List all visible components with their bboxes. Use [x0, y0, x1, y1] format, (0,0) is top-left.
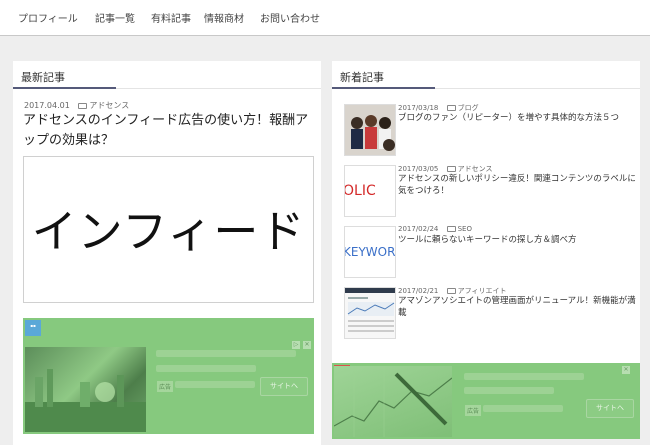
ad-description [156, 365, 256, 372]
nav-item-profile[interactable]: プロフィール [18, 10, 78, 25]
post-category[interactable]: アドセンス [458, 165, 493, 173]
ad-visit-site-button[interactable]: サイトへ [260, 377, 308, 396]
nav-item-info-products[interactable]: 情報商材 [204, 10, 244, 25]
list-item[interactable]: 2017/02/21 アフィリエイト アマゾンアソシエイトの管理画面がリニューア… [344, 287, 636, 342]
folder-icon [446, 105, 456, 111]
post-meta: 2017.04.01 アドセンス [24, 100, 129, 111]
ad-advertiser [175, 381, 255, 388]
post-date: 2017.04.01 [24, 101, 70, 110]
folder-icon [446, 226, 456, 232]
city-skyline-graphic [25, 369, 146, 432]
post-featured-image[interactable]: インフィード [23, 156, 314, 303]
header-underline [13, 87, 116, 89]
post-thumbnail[interactable]: KEYWORI [344, 226, 396, 278]
thumbnail-text: OLIC [344, 183, 376, 199]
ad-headline [156, 350, 296, 357]
post-meta: 2017/02/24 SEO [398, 225, 472, 233]
panel-title: 新着記事 [340, 71, 384, 84]
post-title[interactable]: アマゾンアソシエイトの管理画面がリニューアル！新機能が満載 [398, 295, 636, 319]
thumbnail-text: KEYWORI [344, 245, 396, 259]
post-category[interactable]: アフィリエイト [458, 287, 507, 295]
post-thumbnail[interactable] [344, 104, 396, 156]
post-category[interactable]: ブログ [458, 104, 479, 112]
ad-advertiser [483, 405, 563, 412]
ad-image[interactable] [333, 366, 453, 437]
chart-and-pen-graphic [333, 366, 453, 437]
top-navigation: プロフィール 記事一覧 有料記事 情報商材 お問い合わせ [0, 0, 650, 36]
post-date: 2017/02/24 [398, 225, 439, 233]
folder-icon [446, 288, 456, 294]
dashboard-screenshot-graphic [345, 288, 395, 338]
ad-headline [464, 373, 584, 380]
list-item[interactable]: 2017/03/18 ブログ ブログのファン（リピーター）を増やす具体的な方法５… [344, 104, 636, 159]
ad-label: 広告 [157, 381, 174, 392]
post-title[interactable]: アドセンスの新しいポリシー違反！関連コンテンツのラベルに気をつけろ！ [398, 173, 636, 197]
nav-item-paid-articles[interactable]: 有料記事 [151, 10, 191, 25]
ad-badge: ▪▪ [25, 320, 41, 336]
panel-header: 新着記事 [332, 61, 640, 89]
folder-icon [446, 166, 456, 172]
post-category[interactable]: アドセンス [89, 101, 129, 110]
header-underline [332, 87, 435, 89]
post-title[interactable]: ツールに頼らないキーワードの探し方＆調べ方 [398, 234, 636, 246]
panel-header: 最新記事 [13, 61, 321, 89]
ad-close-icon[interactable]: ✕ [303, 341, 311, 349]
list-item[interactable]: OLIC 2017/03/05 アドセンス アドセンスの新しいポリシー違反！関連… [344, 165, 636, 220]
post-date: 2017/03/05 [398, 165, 439, 173]
ad-info-icon[interactable]: ▷ [292, 341, 300, 349]
ad-label: 広告 [465, 405, 482, 416]
ad-visit-site-button[interactable]: サイトへ [586, 399, 634, 418]
list-item[interactable]: KEYWORI 2017/02/24 SEO ツールに頼らないキーワードの探し方… [344, 225, 636, 281]
post-category[interactable]: SEO [458, 225, 472, 233]
nav-item-contact[interactable]: お問い合わせ [260, 10, 320, 25]
folder-icon [78, 103, 88, 109]
ad-image[interactable] [25, 347, 146, 432]
post-date: 2017/03/18 [398, 104, 439, 112]
nav-item-articles[interactable]: 記事一覧 [95, 10, 135, 25]
latest-article-panel: 最新記事 2017.04.01 アドセンス アドセンスのインフィード広告の使い方… [13, 61, 321, 445]
post-title[interactable]: ブログのファン（リピーター）を増やす具体的な方法５つ [398, 112, 636, 124]
featured-image-text: インフィード [31, 205, 306, 258]
sidebar-ad[interactable]: ▪▪ ✕ 広告 サイトへ [332, 363, 640, 439]
ad-description [464, 387, 554, 394]
new-posts-panel: 新着記事 2017/03/18 ブログ ブログのファン（リピーター）を増やす具体… [332, 61, 640, 363]
post-date: 2017/02/21 [398, 287, 439, 295]
panel-title: 最新記事 [21, 71, 65, 84]
people-photo-graphic [345, 105, 395, 155]
post-thumbnail[interactable]: OLIC [344, 165, 396, 217]
infeed-ad[interactable]: ▪▪ ▷ ✕ 広告 サイトへ [23, 318, 314, 434]
post-thumbnail[interactable] [344, 287, 396, 339]
ad-close-icon[interactable]: ✕ [622, 366, 630, 374]
post-title[interactable]: アドセンスのインフィード広告の使い方！報酬アップの効果は？ [23, 111, 315, 151]
